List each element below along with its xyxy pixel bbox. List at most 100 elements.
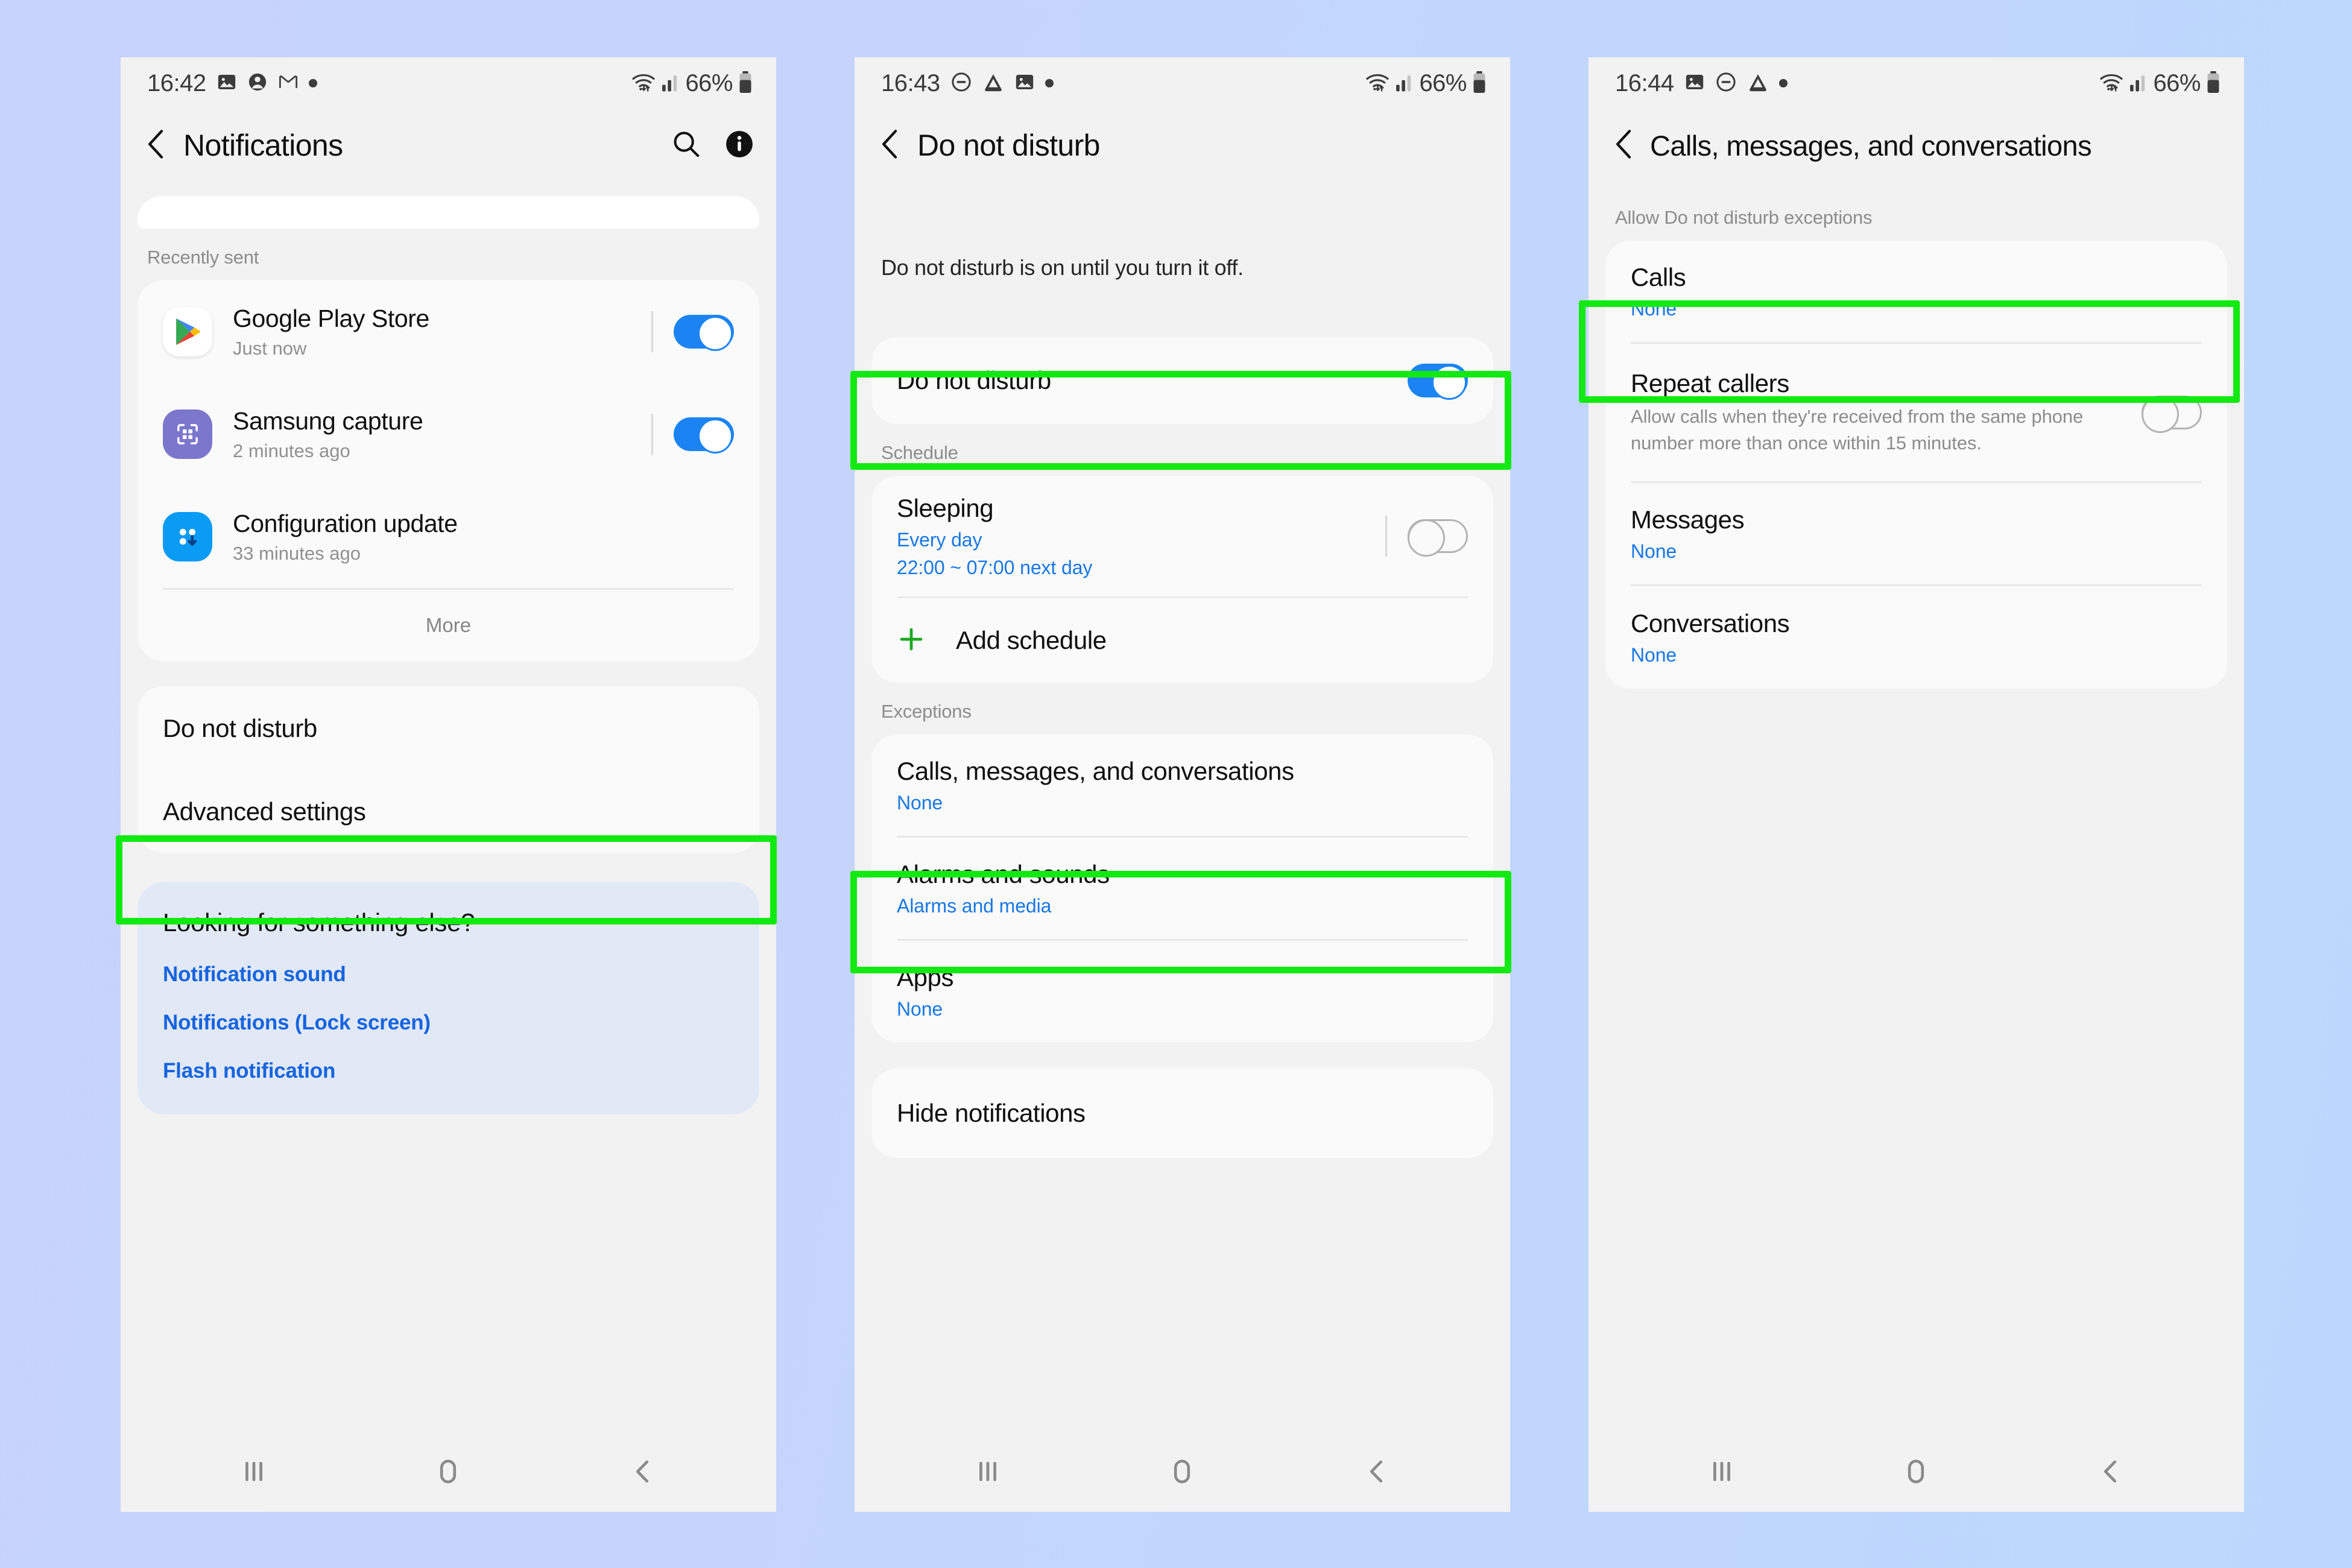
navigation-bar: [121, 1434, 776, 1512]
add-schedule-button[interactable]: Add schedule: [871, 598, 1493, 683]
notifications-card: Google Play Store Just now Samsung captu…: [138, 280, 759, 661]
dnd-toggle[interactable]: [1408, 364, 1468, 400]
dnd-toggle-card: Do not disturb: [871, 337, 1493, 424]
row-label: Advanced settings: [163, 797, 366, 826]
phone-screen-calls-messages-conversations: 16:44 66% Calls, messages, and conversat…: [1589, 57, 2244, 1512]
more-button[interactable]: More: [138, 590, 759, 661]
wifi-icon: [1365, 72, 1390, 95]
back-icon[interactable]: [627, 1456, 659, 1490]
exception-row-alarms-and-sounds[interactable]: Alarms and sounds Alarms and media: [871, 838, 1493, 939]
back-icon[interactable]: [1361, 1456, 1393, 1490]
back-arrow-icon[interactable]: [145, 128, 168, 163]
list-item[interactable]: Google Play Store Just now: [138, 280, 759, 383]
status-bar: 16:44 66%: [1589, 57, 2244, 109]
image-icon: [1014, 72, 1035, 95]
recently-sent-label: Recently sent: [147, 247, 259, 268]
exception-row-apps[interactable]: Apps None: [871, 941, 1493, 1042]
back-arrow-icon[interactable]: [879, 128, 902, 163]
search-icon[interactable]: [671, 129, 701, 162]
plus-icon: [897, 625, 926, 657]
exception-row-calls[interactable]: Calls None: [1605, 241, 2227, 342]
allow-exceptions-label: Allow Do not disturb exceptions: [1615, 207, 1873, 228]
account-icon: [247, 72, 268, 95]
exception-row-conversations[interactable]: Conversations None: [1605, 586, 2227, 689]
row-sub-days: Every day: [897, 528, 982, 551]
row-label: Apps: [897, 963, 954, 992]
row-value: None: [897, 791, 943, 814]
exception-row-calls-messages-conversations[interactable]: Calls, messages, and conversations None: [871, 735, 1493, 836]
schedule-label: Schedule: [881, 442, 958, 463]
link-notifications-lock-screen[interactable]: Notifications (Lock screen): [163, 1011, 734, 1035]
recents-icon[interactable]: [972, 1456, 1004, 1490]
divider: [651, 311, 653, 352]
notification-toggle[interactable]: [674, 417, 734, 454]
row-label: Calls, messages, and conversations: [897, 757, 1294, 786]
list-item[interactable]: Samsung capture 2 minutes ago: [138, 383, 759, 485]
google-play-icon: [163, 307, 212, 356]
exceptions-card: Calls, messages, and conversations None …: [871, 735, 1493, 1042]
sidebar-item-do-not-disturb[interactable]: Do not disturb: [138, 686, 759, 771]
back-icon[interactable]: [2095, 1456, 2126, 1490]
dot-icon: [1778, 79, 1788, 87]
schedule-card: Sleeping Every day 22:00 ~ 07:00 next da…: [871, 476, 1493, 683]
wifi-icon: [631, 72, 656, 95]
list-item[interactable]: Configuration update 33 minutes ago: [138, 485, 759, 588]
home-icon[interactable]: [432, 1456, 464, 1490]
status-time: 16:42: [147, 69, 206, 96]
battery-icon: [738, 71, 753, 96]
row-description: Allow calls when they're received from t…: [1631, 406, 2084, 454]
row-value: None: [1631, 643, 1677, 666]
sidebar-item-advanced-settings[interactable]: Advanced settings: [138, 771, 759, 853]
status-bar: 16:42 66%: [121, 57, 776, 109]
battery-percent: 66%: [2153, 69, 2201, 96]
hide-notifications-card: Hide notifications: [871, 1069, 1493, 1158]
exception-row-messages[interactable]: Messages None: [1605, 483, 2227, 584]
page-title: Calls, messages, and conversations: [1650, 129, 2092, 162]
row-value: None: [897, 997, 943, 1020]
exception-row-repeat-callers[interactable]: Repeat callers Allow calls when they're …: [1605, 344, 2227, 481]
suggestions-title: Looking for something else?: [163, 908, 475, 937]
dot-icon: [308, 79, 317, 87]
status-time: 16:44: [1615, 69, 1674, 96]
signal-icon: [661, 72, 680, 95]
list-item-time: 2 minutes ago: [233, 440, 350, 461]
list-item-time: Just now: [233, 337, 307, 359]
link-flash-notification[interactable]: Flash notification: [163, 1059, 734, 1083]
hide-notifications-row[interactable]: Hide notifications: [871, 1069, 1493, 1158]
dnd-toggle-row[interactable]: Do not disturb: [871, 337, 1493, 424]
schedule-toggle[interactable]: [1408, 519, 1468, 557]
row-label: Alarms and sounds: [897, 860, 1110, 889]
battery-icon: [1472, 71, 1487, 96]
status-time: 16:43: [881, 69, 940, 96]
dnd-icon: [1715, 71, 1737, 96]
recents-icon[interactable]: [1706, 1456, 1737, 1490]
home-icon[interactable]: [1900, 1456, 1932, 1490]
link-notification-sound[interactable]: Notification sound: [163, 963, 734, 987]
info-icon[interactable]: [724, 129, 754, 162]
exceptions-card: Calls None Repeat callers Allow calls wh…: [1605, 241, 2227, 689]
row-value: Alarms and media: [897, 894, 1052, 917]
home-icon[interactable]: [1166, 1456, 1198, 1490]
suggestions-card: Looking for something else? Notification…: [138, 882, 759, 1114]
list-item-title: Google Play Store: [233, 304, 429, 332]
phone-screen-notifications: 16:42 66% Notifications Recently sent Go…: [121, 57, 776, 1512]
dot-icon: [1045, 79, 1054, 87]
drive-icon: [982, 71, 1004, 96]
row-label: Hide notifications: [897, 1099, 1086, 1128]
repeat-callers-toggle[interactable]: [2142, 396, 2202, 433]
row-label: Sleeping: [897, 494, 994, 523]
row-value: None: [1631, 540, 1677, 562]
recents-icon[interactable]: [238, 1456, 270, 1490]
schedule-row-sleeping[interactable]: Sleeping Every day 22:00 ~ 07:00 next da…: [871, 476, 1493, 596]
list-item-time: 33 minutes ago: [233, 542, 361, 564]
page-title: Notifications: [183, 128, 343, 162]
exceptions-label: Exceptions: [881, 701, 972, 722]
notification-toggle[interactable]: [674, 315, 734, 351]
image-icon: [1684, 72, 1705, 95]
row-label: Conversations: [1631, 609, 1790, 638]
add-schedule-label: Add schedule: [956, 626, 1107, 654]
back-arrow-icon[interactable]: [1613, 128, 1636, 163]
navigation-bar: [855, 1434, 1510, 1512]
battery-icon: [2205, 71, 2221, 96]
row-label: Messages: [1631, 505, 1745, 534]
